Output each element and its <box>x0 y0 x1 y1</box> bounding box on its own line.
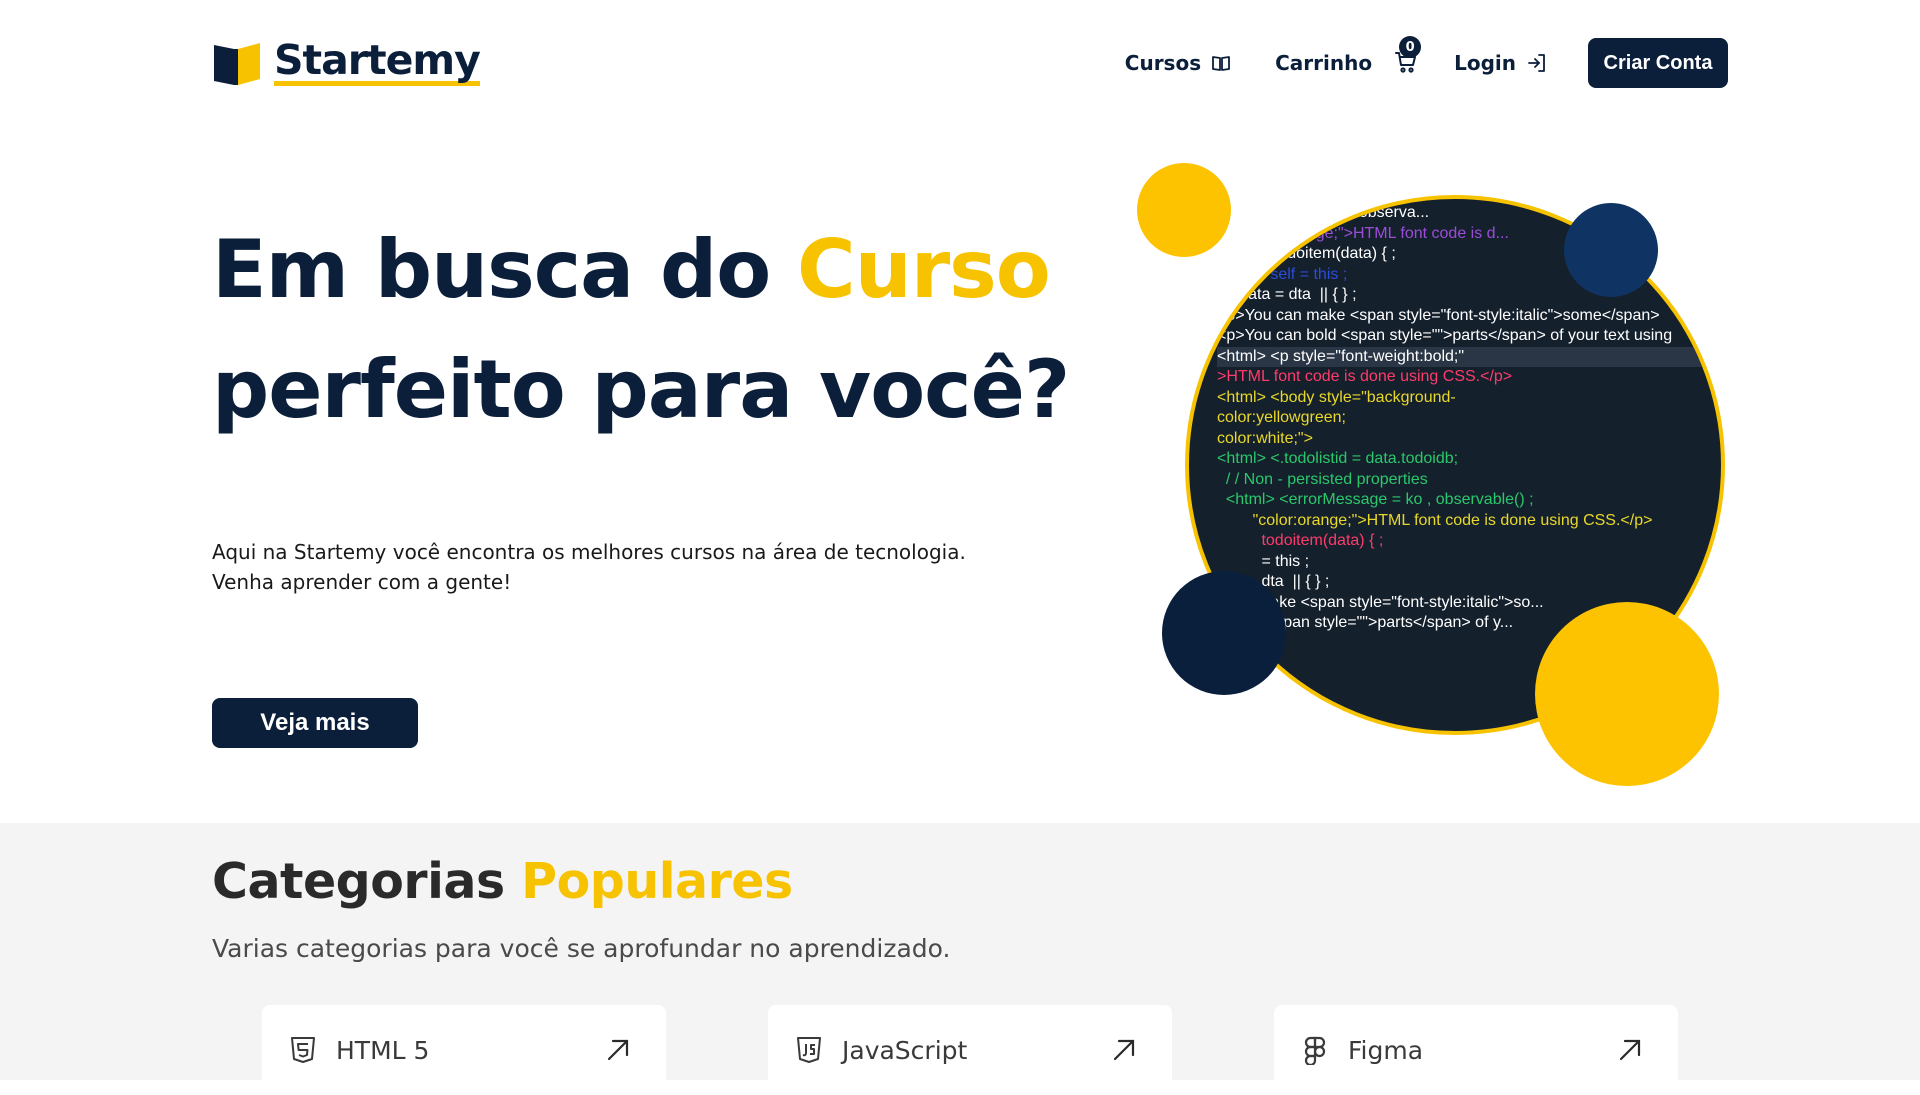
html5-icon <box>291 1037 315 1063</box>
categories-title-part1: Categorias <box>212 853 522 910</box>
category-label: HTML 5 <box>336 1035 430 1065</box>
nav-cart[interactable]: Carrinho 0 <box>1275 36 1422 76</box>
category-label: JavaScript <box>842 1035 968 1065</box>
code-line: = this ; <box>1217 552 1310 570</box>
figma-icon <box>1304 1036 1326 1065</box>
code-line: / / Non - persisted properties <box>1217 470 1428 488</box>
hero-subtitle-line2: Venha aprender com a gente! <box>212 570 512 594</box>
hero-illustration: ...age = ko , observa... ...olor:orange;… <box>1125 150 1745 800</box>
hero-title: Em busca do Curso perfeito para você? <box>212 210 1070 450</box>
nav-courses[interactable]: Cursos <box>1125 51 1231 75</box>
decorative-circle-navy <box>1162 571 1286 695</box>
code-line: <html> <.todolistid = data.todoidb; <box>1217 450 1459 467</box>
decorative-circle-blue <box>1564 203 1658 297</box>
hero-title-part1: Em busca do <box>212 223 798 316</box>
arrow-up-right-icon <box>607 1039 629 1061</box>
categories-subtitle: Varias categorias para você se aprofunda… <box>212 934 951 963</box>
category-card-javascript[interactable]: JavaScript <box>768 1005 1172 1095</box>
see-more-button[interactable]: Veja mais <box>212 698 418 748</box>
nav-login[interactable]: Login <box>1454 51 1548 75</box>
arrow-up-right-icon <box>1113 1039 1135 1061</box>
nav-cart-label: Carrinho <box>1275 51 1373 75</box>
decorative-circle-yellow-small <box>1137 163 1231 257</box>
code-line: <p>You can bold <span style="">parts</sp… <box>1217 327 1673 344</box>
site-header: Startemy Cursos Carrinho 0 Login Criar C… <box>0 0 1920 124</box>
arrow-up-right-icon <box>1619 1039 1641 1061</box>
hero-subtitle-line1: Aqui na Startemy você encontra os melhor… <box>212 540 966 564</box>
code-line: <html> <p style="font-weight:bold;" <box>1217 346 1721 367</box>
category-card-figma[interactable]: Figma <box>1274 1005 1678 1095</box>
main-nav: Cursos Carrinho 0 Login Criar Conta <box>1081 36 1728 88</box>
nav-login-label: Login <box>1454 51 1516 75</box>
category-label: Figma <box>1348 1035 1424 1065</box>
hero-subtitle: Aqui na Startemy você encontra os melhor… <box>212 537 1032 597</box>
code-line: ...age = ko , observa... <box>1217 204 1430 221</box>
javascript-icon <box>797 1037 821 1063</box>
categories-section: Categorias Populares Varias categorias p… <box>0 823 1920 1095</box>
decorative-circle-yellow-large <box>1535 602 1719 786</box>
code-line: <html> <errorMessage = ko , observable()… <box>1217 491 1534 508</box>
code-line: <p>You can make <span style="font-style:… <box>1217 306 1660 324</box>
hero-title-line2: perfeito para você? <box>212 343 1070 436</box>
code-line: "color:orange;">HTML font code is done u… <box>1217 511 1653 529</box>
code-line: color:white;"> <box>1217 429 1313 447</box>
code-line: >HTML font code is done using CSS.</p> <box>1217 368 1513 385</box>
category-card-html5[interactable]: HTML 5 <box>262 1005 666 1095</box>
login-icon <box>1528 54 1545 72</box>
book-logo-icon <box>214 43 260 85</box>
categories-title: Categorias Populares <box>212 853 793 910</box>
create-account-button[interactable]: Criar Conta <box>1588 38 1728 88</box>
cart-icon-wrap: 0 <box>1384 36 1422 76</box>
categories-title-accent: Populares <box>521 853 793 910</box>
brand-name: Startemy <box>274 36 481 86</box>
code-line: <html> <body style="background- <box>1217 388 1456 406</box>
hero-title-accent: Curso <box>797 223 1051 316</box>
code-line: todoitem(data) { ; <box>1217 532 1384 549</box>
code-line: color:yellowgreen; <box>1217 409 1346 426</box>
code-line: dta || { } ; <box>1217 573 1330 590</box>
book-open-icon <box>1212 56 1231 71</box>
logo[interactable]: Startemy <box>212 36 481 87</box>
nav-courses-label: Cursos <box>1124 51 1202 75</box>
code-line: data = dta || { } ; <box>1217 286 1357 303</box>
cart-count-badge: 0 <box>1399 36 1422 58</box>
